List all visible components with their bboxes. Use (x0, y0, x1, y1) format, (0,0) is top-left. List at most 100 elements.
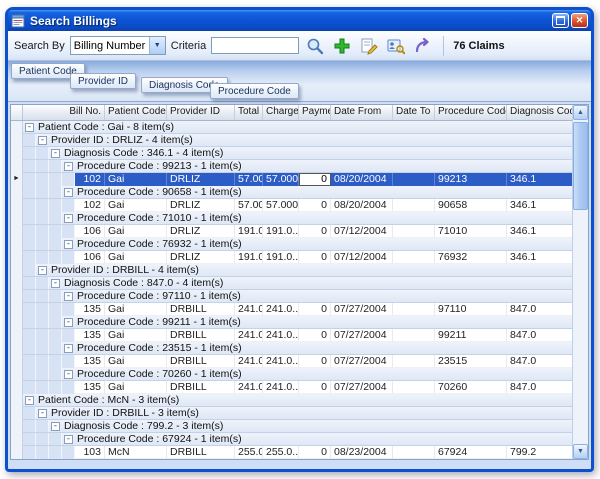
cell-1: Gai (105, 225, 167, 238)
title-bar[interactable]: Search Billings ✕ (8, 10, 591, 31)
indent-gutter (23, 186, 62, 198)
grid-body: -Patient Code : Gai - 8 item(s)-Provider… (11, 121, 572, 459)
collapse-icon[interactable]: - (64, 435, 73, 444)
cell-4: 241.0... (263, 303, 299, 316)
column-header-9[interactable]: Diagnosis Code (507, 105, 575, 120)
cell-8: 23515 (435, 355, 507, 368)
row-indicator (11, 342, 23, 355)
close-button[interactable]: ✕ (571, 13, 588, 28)
column-header-1[interactable]: Patient Code (105, 105, 167, 120)
criteria-input[interactable] (211, 37, 299, 54)
vertical-scrollbar[interactable]: ▲ ▼ (572, 105, 588, 459)
group-row[interactable]: -Provider ID : DRBILL - 4 item(s) (11, 264, 572, 277)
table-row[interactable]: 135GaiDRBILL241.0...241.0...007/27/20047… (11, 381, 572, 394)
cell-5: 0 (299, 303, 331, 316)
group-row[interactable]: -Procedure Code : 70260 - 1 item(s) (11, 368, 572, 381)
cell-6: 07/27/2004 (331, 303, 393, 316)
collapse-icon[interactable]: - (64, 188, 73, 197)
cell-2: DRBILL (167, 446, 235, 459)
column-header-2[interactable]: Provider ID (167, 105, 235, 120)
group-row[interactable]: -Patient Code : McN - 3 item(s) (11, 394, 572, 407)
group-row[interactable]: -Procedure Code : 99211 - 1 item(s) (11, 316, 572, 329)
cell-5[interactable]: 0 (299, 173, 331, 186)
group-row[interactable]: -Diagnosis Code : 346.1 - 4 item(s) (11, 147, 572, 160)
combo-dropdown-button[interactable]: ▼ (149, 37, 165, 54)
column-header-7[interactable]: Date To (393, 105, 435, 120)
collapse-icon[interactable]: - (25, 123, 34, 132)
collapse-icon[interactable]: - (64, 344, 73, 353)
group-row-label: Provider ID : DRBILL - 3 item(s) (51, 407, 199, 419)
edit-claim-button[interactable] (358, 35, 380, 57)
collapse-icon[interactable]: - (38, 266, 47, 275)
undo-button[interactable] (412, 35, 434, 57)
row-indicator (11, 251, 23, 264)
add-claim-button[interactable] (331, 35, 353, 57)
cell-1: Gai (105, 329, 167, 342)
patient-lookup-button[interactable] (385, 35, 407, 57)
row-indicator (11, 329, 23, 342)
row-indicator (11, 433, 23, 446)
collapse-icon[interactable]: - (64, 370, 73, 379)
group-tab-procedure-code[interactable]: Procedure Code (210, 83, 299, 99)
maximize-button[interactable] (552, 13, 569, 28)
group-row[interactable]: -Provider ID : DRLIZ - 4 item(s) (11, 134, 572, 147)
group-row[interactable]: -Procedure Code : 67924 - 1 item(s) (11, 433, 572, 446)
collapse-icon[interactable]: - (51, 422, 60, 431)
cell-6: 08/23/2004 (331, 446, 393, 459)
collapse-icon[interactable]: - (64, 292, 73, 301)
collapse-icon[interactable]: - (38, 136, 47, 145)
row-indicator (11, 186, 23, 199)
group-row[interactable]: -Diagnosis Code : 799.2 - 3 item(s) (11, 420, 572, 433)
collapse-icon[interactable]: - (64, 162, 73, 171)
group-row[interactable]: -Procedure Code : 97110 - 1 item(s) (11, 290, 572, 303)
collapse-icon[interactable]: - (64, 240, 73, 249)
collapse-icon[interactable]: - (64, 318, 73, 327)
group-row[interactable]: -Procedure Code : 23515 - 1 item(s) (11, 342, 572, 355)
indent-gutter (23, 173, 75, 186)
column-header-0[interactable]: Bill No. (23, 105, 105, 120)
table-row[interactable]: 103McNDRBILL255.0...255.0...008/23/20046… (11, 446, 572, 459)
collapse-icon[interactable]: - (51, 149, 60, 158)
scroll-up-button[interactable]: ▲ (573, 105, 588, 120)
search-by-label: Search By (14, 40, 65, 52)
group-tab-provider-id[interactable]: Provider ID (70, 73, 136, 89)
column-header-8[interactable]: Procedure Code (435, 105, 507, 120)
cell-3: 191.0... (235, 225, 263, 238)
scroll-down-button[interactable]: ▼ (573, 444, 588, 459)
column-header-3[interactable]: Total (235, 105, 263, 120)
group-row-label: Diagnosis Code : 847.0 - 4 item(s) (64, 277, 223, 289)
table-row[interactable]: 135GaiDRBILL241.0...241.0...007/27/20042… (11, 355, 572, 368)
cell-9: 346.1 (507, 225, 572, 238)
collapse-icon[interactable]: - (25, 396, 34, 405)
column-header-5[interactable]: Payme... (299, 105, 331, 120)
group-row[interactable]: -Procedure Code : 90658 - 1 item(s) (11, 186, 572, 199)
table-row[interactable]: 135GaiDRBILL241.0...241.0...007/27/20049… (11, 303, 572, 316)
group-row[interactable]: -Diagnosis Code : 847.0 - 4 item(s) (11, 277, 572, 290)
cell-5: 0 (299, 446, 331, 459)
group-row[interactable]: -Procedure Code : 99213 - 1 item(s) (11, 160, 572, 173)
add-plus-icon (333, 37, 351, 55)
cell-6: 07/12/2004 (331, 251, 393, 264)
cell-4: 241.0... (263, 329, 299, 342)
table-row[interactable]: ►102GaiDRLIZ57.00...57.0000008/20/200499… (11, 173, 572, 186)
table-row[interactable]: 106GaiDRLIZ191.0...191.0...007/12/200471… (11, 225, 572, 238)
indent-gutter (23, 238, 62, 250)
table-row[interactable]: 106GaiDRLIZ191.0...191.0...007/12/200476… (11, 251, 572, 264)
column-header-4[interactable]: Charges (263, 105, 299, 120)
column-header-6[interactable]: Date From (331, 105, 393, 120)
group-row[interactable]: -Procedure Code : 71010 - 1 item(s) (11, 212, 572, 225)
table-row[interactable]: 135GaiDRBILL241.0...241.0...007/27/20049… (11, 329, 572, 342)
collapse-icon[interactable]: - (38, 409, 47, 418)
group-row[interactable]: -Provider ID : DRBILL - 3 item(s) (11, 407, 572, 420)
cell-1: Gai (105, 381, 167, 394)
search-button[interactable] (304, 35, 326, 57)
search-by-combobox[interactable]: Billing Number ▼ (70, 36, 166, 55)
scroll-thumb[interactable] (573, 122, 588, 210)
table-row[interactable]: 102GaiDRLIZ57.00...57.0000008/20/2004906… (11, 199, 572, 212)
row-indicator (11, 355, 23, 368)
collapse-icon[interactable]: - (51, 279, 60, 288)
group-row[interactable]: -Patient Code : Gai - 8 item(s) (11, 121, 572, 134)
collapse-icon[interactable]: - (64, 214, 73, 223)
indent-gutter (23, 147, 49, 159)
group-row[interactable]: -Procedure Code : 76932 - 1 item(s) (11, 238, 572, 251)
